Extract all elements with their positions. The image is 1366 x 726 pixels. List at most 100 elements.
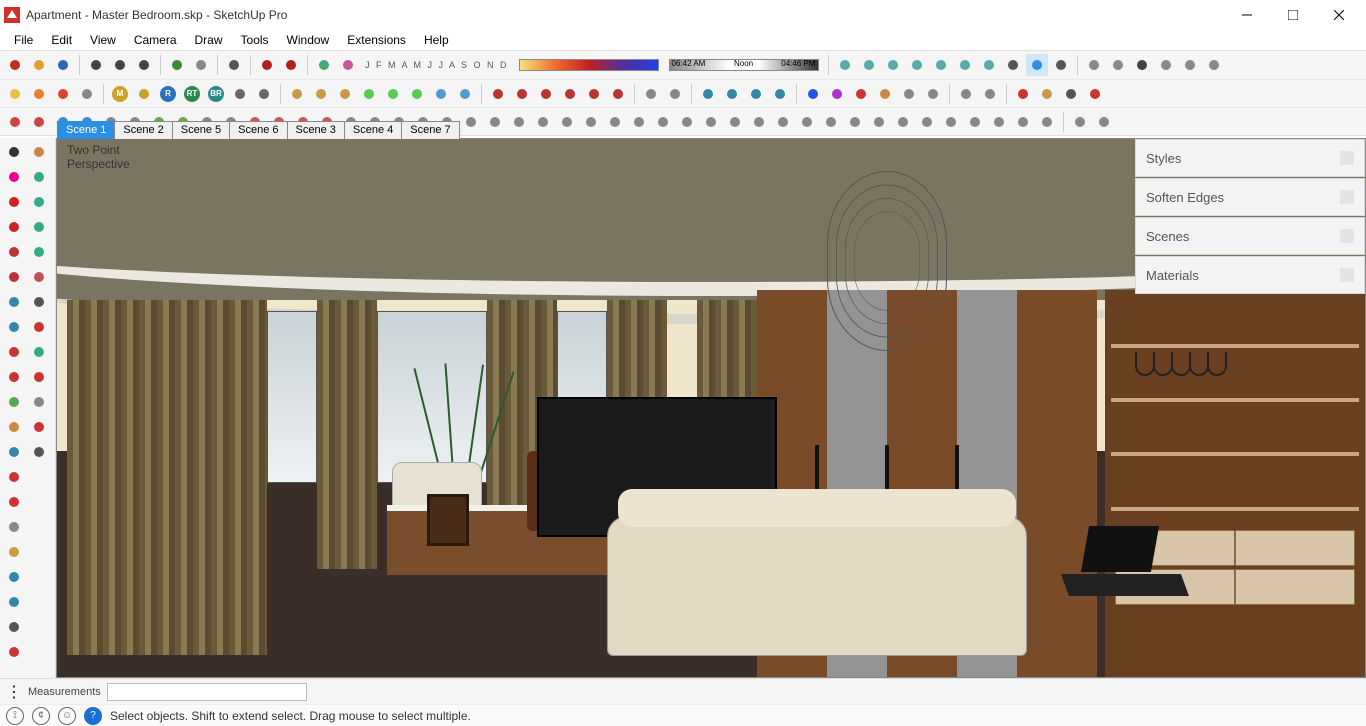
tray-soften-edges[interactable]: Soften Edges — [1135, 178, 1365, 216]
scene-tab-3[interactable]: Scene 5 — [172, 121, 230, 139]
status-help-icon[interactable]: ? — [84, 707, 102, 725]
tool-pl1[interactable] — [640, 83, 662, 105]
tool-wh-e[interactable] — [1203, 54, 1225, 76]
tool-eraser[interactable] — [2, 165, 26, 189]
tool-left[interactable] — [954, 54, 976, 76]
tool-t31[interactable] — [724, 111, 746, 133]
tool-paint[interactable] — [337, 54, 359, 76]
tool-m[interactable]: M — [109, 83, 131, 105]
tool-layer[interactable] — [313, 54, 335, 76]
tool-sun-y[interactable] — [4, 83, 26, 105]
tool-line[interactable] — [2, 190, 26, 214]
tool-front[interactable] — [882, 54, 904, 76]
menu-camera[interactable]: Camera — [126, 31, 185, 49]
tool-model-a[interactable] — [256, 54, 278, 76]
tool-sb3[interactable] — [334, 83, 356, 105]
tool-right[interactable] — [906, 54, 928, 76]
viewport[interactable]: Two Point Perspective StylesSoften Edges… — [57, 139, 1365, 677]
month-strip[interactable]: J F M A M J J A S O N D — [361, 60, 513, 70]
tray-materials[interactable]: Materials — [1135, 256, 1365, 294]
tool-t30[interactable] — [700, 111, 722, 133]
tool-wh-a[interactable] — [1083, 54, 1105, 76]
tool-rt[interactable]: RT — [181, 83, 203, 105]
scene-tab-7[interactable]: Scene 7 — [401, 121, 459, 139]
status-geo-icon[interactable]: ⟟ — [6, 707, 24, 725]
tool-t24[interactable] — [556, 111, 578, 133]
tool-pushpull[interactable] — [2, 390, 26, 414]
tool-style-xray[interactable] — [1050, 54, 1072, 76]
tool-rect-rot[interactable] — [2, 265, 26, 289]
tool-sel1[interactable] — [487, 83, 509, 105]
minimize-button[interactable] — [1224, 0, 1270, 30]
tool-paste[interactable] — [133, 54, 155, 76]
tray-toggle-icon[interactable] — [1340, 268, 1354, 282]
tool-t46[interactable] — [1093, 111, 1115, 133]
tool-t36[interactable] — [844, 111, 866, 133]
tool-sb5[interactable] — [382, 83, 404, 105]
tool-t38[interactable] — [892, 111, 914, 133]
menu-file[interactable]: File — [6, 31, 41, 49]
tool-sandbox[interactable] — [27, 390, 51, 414]
tool-sun-r[interactable] — [52, 83, 74, 105]
tray-toggle-icon[interactable] — [1340, 151, 1354, 165]
tool-style-tex[interactable] — [1026, 54, 1048, 76]
tool-pan[interactable] — [27, 190, 51, 214]
tool-look[interactable] — [27, 340, 51, 364]
tool-ax1[interactable] — [1012, 83, 1034, 105]
tool-text[interactable] — [2, 615, 26, 639]
tool-ax3[interactable] — [1060, 83, 1082, 105]
tool-tape[interactable] — [2, 540, 26, 564]
tool-save[interactable] — [52, 54, 74, 76]
menu-edit[interactable]: Edit — [43, 31, 80, 49]
tool-polygon[interactable] — [2, 315, 26, 339]
tool-r[interactable]: R — [157, 83, 179, 105]
tool-circle[interactable] — [2, 290, 26, 314]
tool-lock[interactable] — [133, 83, 155, 105]
tool-t33[interactable] — [772, 111, 794, 133]
tool-ln5[interactable] — [898, 83, 920, 105]
close-button[interactable] — [1316, 0, 1362, 30]
tool-pl2[interactable] — [664, 83, 686, 105]
tool-wh-c[interactable] — [1155, 54, 1177, 76]
tool-sb1[interactable] — [286, 83, 308, 105]
tool-t27[interactable] — [628, 111, 650, 133]
tool-t45[interactable] — [1069, 111, 1091, 133]
scene-tab-6[interactable]: Scene 4 — [344, 121, 402, 139]
tool-dimension[interactable] — [2, 590, 26, 614]
tool-undo[interactable] — [166, 54, 188, 76]
tool-redo[interactable] — [190, 54, 212, 76]
tool-ax2[interactable] — [1036, 83, 1058, 105]
tool-rotate[interactable] — [2, 490, 26, 514]
tool-t32[interactable] — [748, 111, 770, 133]
tool-paint[interactable] — [27, 265, 51, 289]
tool-grp2[interactable] — [979, 83, 1001, 105]
menu-tools[interactable]: Tools — [233, 31, 277, 49]
tool-sb2[interactable] — [310, 83, 332, 105]
status-user-icon[interactable]: ☺ — [58, 707, 76, 725]
tool-back[interactable] — [930, 54, 952, 76]
scene-tab-5[interactable]: Scene 3 — [287, 121, 345, 139]
tray-toggle-icon[interactable] — [1340, 190, 1354, 204]
tool-t44[interactable] — [1036, 111, 1058, 133]
tool-t40[interactable] — [940, 111, 962, 133]
tool-axes[interactable] — [2, 640, 26, 664]
tool-sel5[interactable] — [583, 83, 605, 105]
tool-ln1[interactable] — [802, 83, 824, 105]
tool-t22[interactable] — [508, 111, 530, 133]
date-gradient[interactable] — [519, 59, 659, 71]
tool-scale[interactable] — [2, 515, 26, 539]
tool-rectangle[interactable] — [2, 240, 26, 264]
tool-sb4[interactable] — [358, 83, 380, 105]
tool-sel3[interactable] — [535, 83, 557, 105]
tool-ln4[interactable] — [874, 83, 896, 105]
tool-t35[interactable] — [820, 111, 842, 133]
tool-ln3[interactable] — [850, 83, 872, 105]
tool-iso[interactable] — [834, 54, 856, 76]
tool-sb8[interactable] — [454, 83, 476, 105]
tool-open[interactable] — [28, 54, 50, 76]
tool-foot[interactable] — [27, 415, 51, 439]
tool-t39[interactable] — [916, 111, 938, 133]
tool-model-b[interactable] — [280, 54, 302, 76]
menu-view[interactable]: View — [82, 31, 124, 49]
menu-window[interactable]: Window — [279, 31, 338, 49]
